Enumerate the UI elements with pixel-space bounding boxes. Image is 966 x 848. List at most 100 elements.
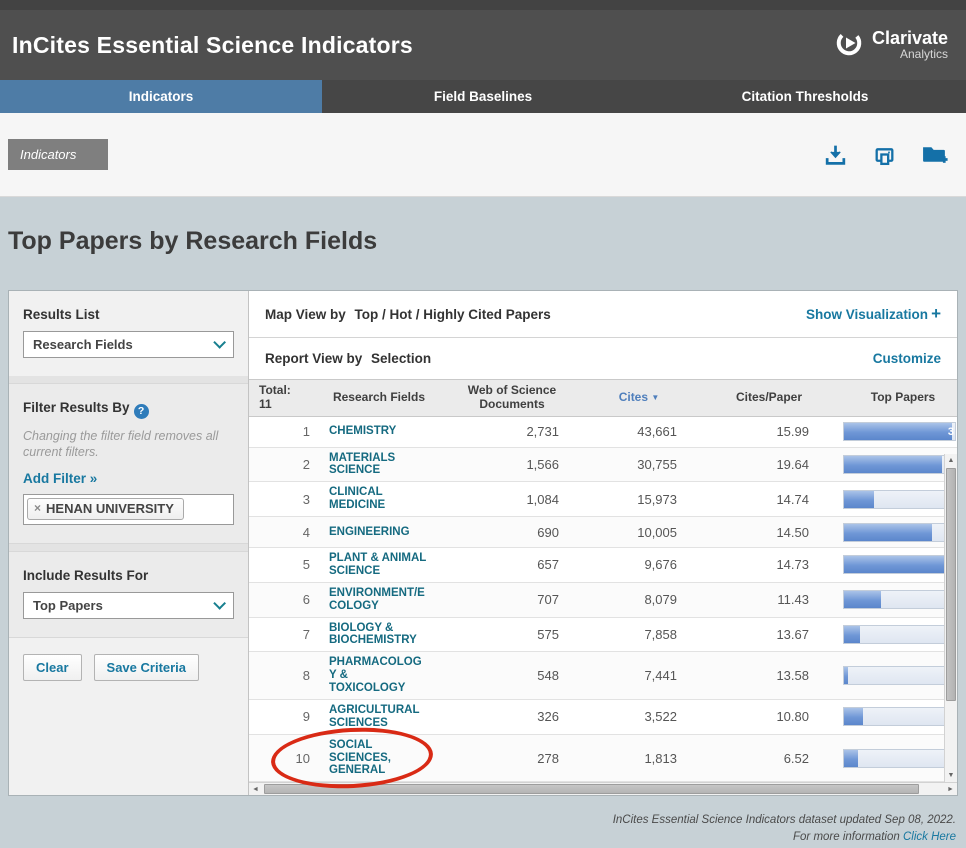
research-field-link[interactable]: CLINICAL MEDICINE — [323, 482, 435, 516]
cites-value: 30,755 — [637, 456, 677, 472]
scroll-down-icon[interactable]: ▼ — [945, 769, 957, 782]
cites-value: 10,005 — [637, 524, 677, 540]
top-papers-cell — [843, 707, 956, 727]
top-papers-cell — [843, 590, 956, 610]
horizontal-scrollbar-thumb[interactable] — [264, 784, 919, 795]
report-view-value[interactable]: Selection — [371, 351, 431, 366]
clarivate-logo: Clarivate Analytics — [834, 28, 948, 63]
customize-link[interactable]: Customize — [873, 351, 941, 366]
column-header-top-papers[interactable]: Top Papers — [849, 387, 957, 409]
vertical-scrollbar[interactable]: ▲ ▼ — [944, 453, 957, 783]
cites-per-paper-value: 14.50 — [776, 524, 809, 540]
column-header-cites-per-paper[interactable]: Cites/Paper — [689, 387, 849, 409]
vertical-scrollbar-thumb[interactable] — [946, 467, 956, 701]
tab-citation-thresholds[interactable]: Citation Thresholds — [644, 80, 966, 113]
include-results-select[interactable]: Top Papers — [23, 591, 234, 619]
breadcrumb[interactable]: Indicators — [8, 139, 108, 170]
cites-per-paper-value: 19.64 — [776, 456, 809, 472]
sidebar: Results List Research Fields Filter Resu… — [9, 291, 249, 796]
folder-add-icon[interactable] — [921, 142, 948, 167]
table-row: 9 AGRICULTURAL SCIENCES 326 3,522 10.80 — [249, 699, 957, 735]
print-icon[interactable] — [872, 142, 897, 167]
total-count: Total: 11 — [259, 383, 291, 411]
clear-button[interactable]: Clear — [23, 653, 82, 681]
research-field-link[interactable]: ENVIRONMENT/ECOLOGY — [323, 583, 435, 617]
row-rank: 1 — [302, 424, 310, 440]
filter-tag-label: HENAN UNIVERSITY — [46, 500, 174, 516]
map-view-value[interactable]: Top / Hot / Highly Cited Papers — [355, 307, 551, 322]
row-rank: 3 — [302, 491, 310, 507]
row-rank: 2 — [302, 456, 310, 472]
help-icon[interactable]: ? — [133, 403, 149, 419]
filter-hint: Changing the filter field removes all cu… — [23, 428, 219, 460]
wos-documents-value: 575 — [537, 626, 559, 642]
logo-sub-text: Analytics — [899, 47, 948, 62]
row-rank: 8 — [302, 668, 310, 684]
filter-label: Filter Results By — [23, 400, 130, 415]
horizontal-scrollbar[interactable]: ◄ ► — [249, 782, 957, 796]
top-papers-bar-fill — [844, 749, 859, 767]
top-papers-bar — [843, 489, 956, 509]
include-results-section: Include Results For Top Papers — [9, 550, 248, 638]
research-field-link[interactable]: CHEMISTRY — [323, 421, 435, 442]
top-papers-bar: 4 — [843, 555, 956, 575]
footer-dataset-note: InCites Essential Science Indicators dat… — [612, 814, 956, 827]
cites-value: 9,676 — [644, 557, 677, 573]
map-view-bar: Map View by Top / Hot / Highly Cited Pap… — [249, 291, 957, 337]
main-tab-bar: Indicators Field Baselines Citation Thre… — [0, 80, 966, 113]
table-row: 4 ENGINEERING 690 10,005 14.50 2 — [249, 517, 957, 549]
row-rank: 4 — [302, 524, 310, 540]
top-papers-bar — [843, 748, 956, 768]
save-criteria-button[interactable]: Save Criteria — [93, 653, 200, 681]
cites-per-paper-value: 13.67 — [776, 626, 809, 642]
column-header-cites[interactable]: Cites ▼ — [589, 387, 689, 409]
research-field-link[interactable]: MATERIALS SCIENCE — [323, 448, 435, 482]
research-field-link[interactable]: PHARMACOLOGY & TOXICOLOGY — [323, 652, 435, 699]
column-header-research-fields[interactable]: Research Fields — [323, 387, 435, 409]
table-row: 2 MATERIALS SCIENCE 1,566 30,755 19.64 3 — [249, 447, 957, 483]
top-papers-bar: 3 — [843, 454, 956, 474]
top-papers-bar — [843, 590, 956, 610]
table-row: 7 BIOLOGY & BIOCHEMISTRY 575 7,858 13.67 — [249, 617, 957, 653]
table-row: 3 CLINICAL MEDICINE 1,084 15,973 14.74 — [249, 482, 957, 518]
research-field-link[interactable]: PLANT & ANIMAL SCIENCE — [323, 548, 435, 582]
sort-descending-icon: ▼ — [651, 392, 660, 402]
logo-brand-text: Clarivate — [871, 28, 948, 49]
results-list-select[interactable]: Research Fields — [23, 331, 234, 358]
cites-per-paper-value: 6.52 — [783, 750, 809, 766]
research-field-link[interactable]: BIOLOGY & BIOCHEMISTRY — [323, 618, 435, 652]
download-icon[interactable] — [823, 142, 848, 167]
toolbar: Indicators — [0, 113, 966, 197]
top-papers-bar-label: 3 — [947, 425, 954, 438]
scroll-right-icon[interactable]: ► — [944, 783, 957, 795]
wos-documents-value: 1,566 — [526, 456, 559, 472]
tab-field-baselines[interactable]: Field Baselines — [322, 80, 644, 113]
wos-documents-value: 1,084 — [526, 491, 559, 507]
research-field-link[interactable]: ENGINEERING — [323, 522, 435, 543]
scroll-left-icon[interactable]: ◄ — [249, 783, 262, 795]
scroll-up-icon[interactable]: ▲ — [945, 454, 957, 467]
row-rank: 10 — [295, 750, 310, 766]
top-papers-bar-fill — [844, 556, 951, 574]
add-filter-link[interactable]: Add Filter » — [23, 471, 97, 486]
table-body: 1 CHEMISTRY 2,731 43,661 15.99 3 2 MATERIALS SC… — [249, 416, 957, 793]
cites-value: 7,441 — [644, 668, 677, 684]
click-here-link[interactable]: Click Here — [903, 831, 956, 843]
filter-box[interactable]: × HENAN UNIVERSITY — [23, 493, 234, 525]
cites-value: 7,858 — [644, 626, 677, 642]
cites-per-paper-value: 11.43 — [777, 592, 809, 608]
table-row: 8 PHARMACOLOGY & TOXICOLOGY 548 7,441 13.58 — [249, 652, 957, 700]
top-papers-bar-fill — [844, 455, 942, 473]
cites-value: 15,973 — [637, 491, 677, 507]
research-field-link[interactable]: SOCIAL SCIENCES, GENERAL — [323, 735, 435, 782]
plus-icon: + — [931, 304, 941, 323]
tab-indicators[interactable]: Indicators — [0, 80, 322, 113]
table-row: 1 CHEMISTRY 2,731 43,661 15.99 3 — [249, 416, 957, 448]
show-visualization-link[interactable]: Show Visualization + — [806, 304, 941, 324]
column-header-wos-documents[interactable]: Web of Science Documents — [435, 380, 589, 416]
top-papers-cell — [843, 624, 956, 644]
research-field-link[interactable]: AGRICULTURAL SCIENCES — [323, 700, 435, 734]
remove-filter-icon[interactable]: × — [34, 501, 41, 515]
filter-section: Filter Results By? Changing the filter f… — [9, 383, 248, 544]
cites-per-paper-value: 14.73 — [776, 557, 809, 573]
